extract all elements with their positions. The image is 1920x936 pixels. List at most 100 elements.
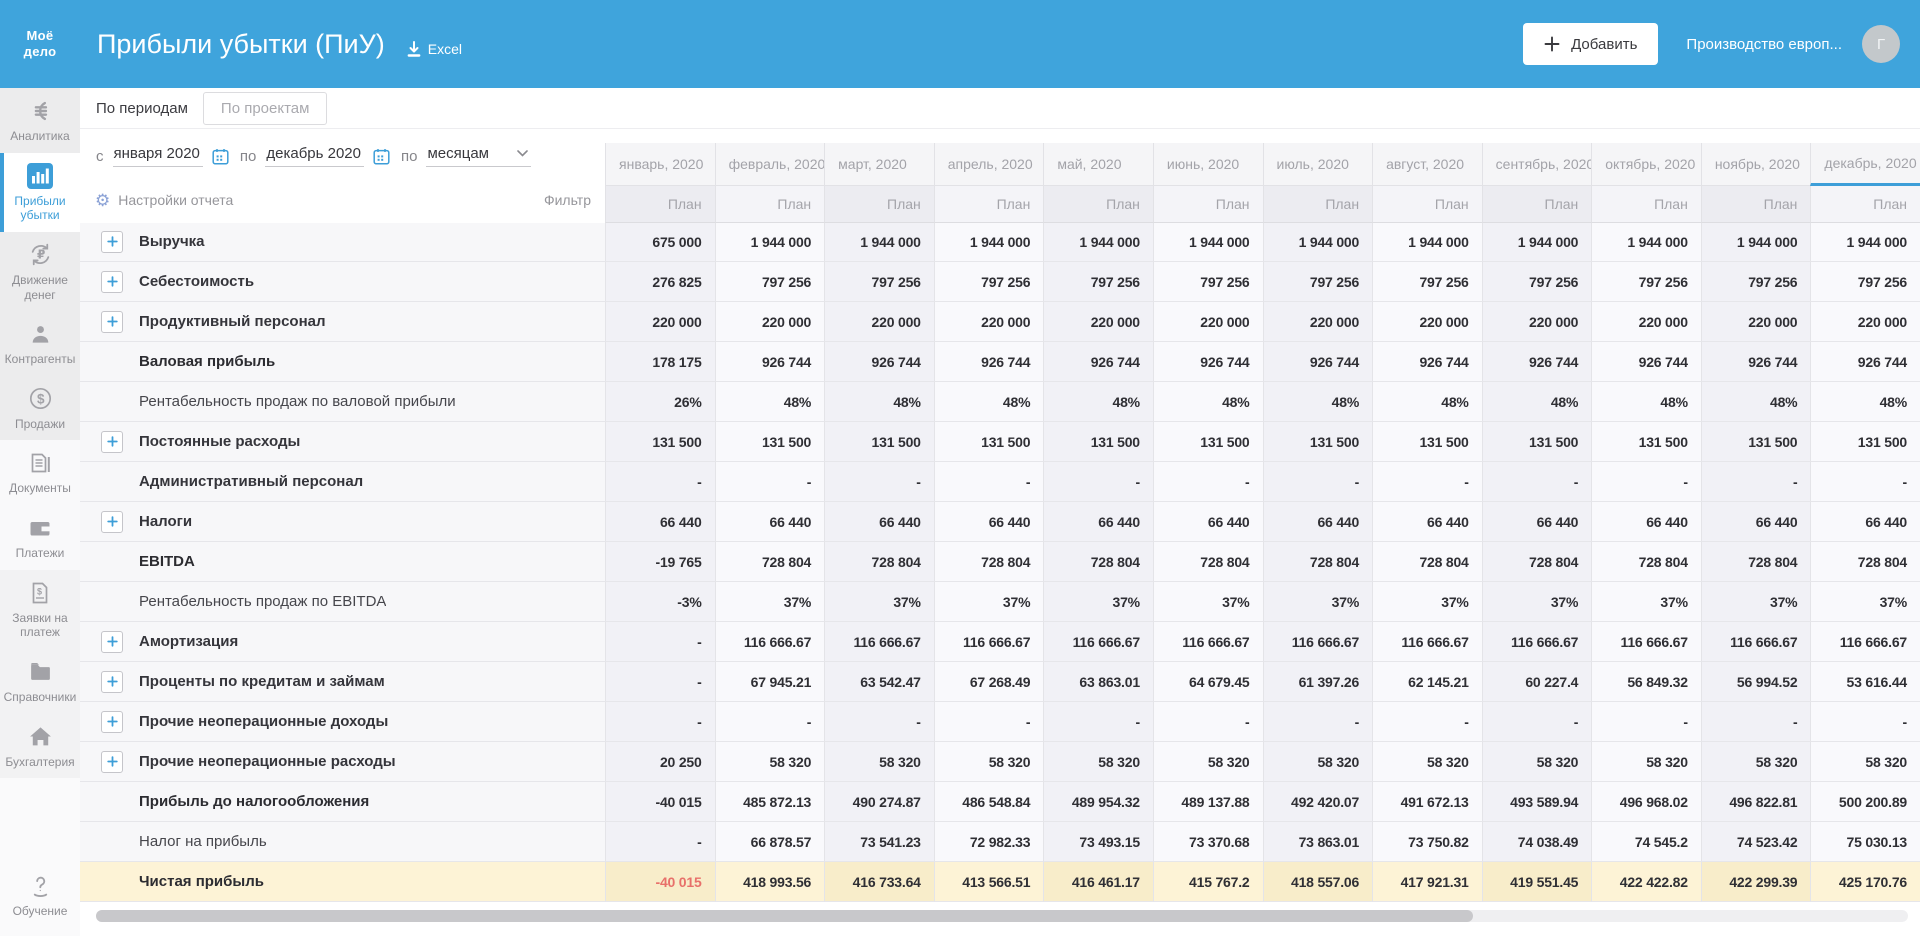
row-label: Прочие неоперационные расходы <box>139 753 396 770</box>
value-cell: - <box>1043 702 1153 742</box>
table-row: Продуктивный персонал220 000220 000220 0… <box>80 302 1920 342</box>
column-header-11[interactable]: ноябрь, 2020 <box>1701 143 1811 186</box>
main-content: По периодам По проектам с января 2020 <box>80 0 1920 922</box>
column-header-3[interactable]: март, 2020 <box>824 143 934 186</box>
sidebar-item-5[interactable]: $Продажи <box>0 376 80 441</box>
value-cell: 73 863.01 <box>1263 822 1373 862</box>
value-cell: - <box>1701 702 1811 742</box>
column-header-7[interactable]: июль, 2020 <box>1263 143 1373 186</box>
horizontal-scrollbar[interactable] <box>96 910 1908 922</box>
row-label: Выручка <box>139 233 205 250</box>
column-header-9[interactable]: сентябрь, 2020 <box>1482 143 1592 186</box>
tab-by-periods[interactable]: По периодам <box>96 100 188 117</box>
value-cell: 116 666.67 <box>1153 622 1263 662</box>
value-cell: 58 320 <box>715 742 825 782</box>
value-cell: - <box>605 462 715 502</box>
company-switcher[interactable]: Производство европ... <box>1686 36 1842 53</box>
add-button[interactable]: Добавить <box>1523 23 1658 65</box>
excel-export-link[interactable]: Excel <box>407 41 462 57</box>
row-label: Себестоимость <box>139 273 254 290</box>
plan-subheader: План <box>1043 186 1153 223</box>
calendar-icon[interactable] <box>212 148 229 165</box>
value-cell: 116 666.67 <box>1482 622 1592 662</box>
value-cell: 926 744 <box>1482 342 1592 382</box>
value-cell: 131 500 <box>1153 422 1263 462</box>
expand-button[interactable] <box>101 631 123 653</box>
column-header-12[interactable]: декабрь, 2020 <box>1810 143 1920 186</box>
expand-button[interactable] <box>101 511 123 533</box>
value-cell: 74 523.42 <box>1701 822 1811 862</box>
column-header-5[interactable]: май, 2020 <box>1043 143 1153 186</box>
value-cell: 75 030.13 <box>1810 822 1920 862</box>
filter-button[interactable]: Фильтр <box>544 192 591 208</box>
table-row: Прибыль до налогообложения-40 015485 872… <box>80 782 1920 822</box>
sidebar-item-6[interactable]: Документы <box>0 440 80 505</box>
app-logo[interactable]: Моё дело <box>0 28 80 59</box>
expand-button[interactable] <box>101 711 123 733</box>
value-cell: 116 666.67 <box>715 622 825 662</box>
expand-button[interactable] <box>101 231 123 253</box>
value-cell: 58 320 <box>1482 742 1592 782</box>
plan-subheader: План <box>715 186 825 223</box>
value-cell: 74 545.2 <box>1591 822 1701 862</box>
expand-button[interactable] <box>101 271 123 293</box>
tab-by-projects[interactable]: По проектам <box>203 92 328 125</box>
value-cell: 220 000 <box>1701 302 1811 342</box>
sidebar-item-label: Прибыли убытки <box>2 194 78 223</box>
scrollbar-thumb[interactable] <box>96 910 1473 922</box>
date-from-input[interactable]: января 2020 <box>113 145 203 167</box>
granularity-select[interactable]: месяцам <box>426 145 531 167</box>
sidebar-item-7[interactable]: Платежи <box>0 505 80 570</box>
value-cell: 66 440 <box>1372 502 1482 542</box>
app-header: Моё дело Прибыли убытки (ПиУ) Excel Доба… <box>0 0 1920 88</box>
value-cell: 48% <box>1701 382 1811 422</box>
sidebar-item-1[interactable]: Аналитика <box>0 88 80 153</box>
sidebar-item-4[interactable]: Контрагенты <box>0 311 80 376</box>
report-settings-button[interactable]: ⚙︎ Настройки отчета <box>95 192 233 209</box>
sidebar-item-2[interactable]: Прибыли убытки <box>0 153 80 232</box>
sidebar-item-label: Обучение <box>13 904 68 919</box>
date-to-input[interactable]: декабрь 2020 <box>265 145 364 167</box>
sales-icon: $ <box>28 386 53 412</box>
value-cell: 728 804 <box>715 542 825 582</box>
value-cell: 493 589.94 <box>1482 782 1592 822</box>
value-cell: 131 500 <box>1701 422 1811 462</box>
sidebar-item-10[interactable]: Бухгалтерия <box>0 714 80 779</box>
value-cell: -3% <box>605 582 715 622</box>
calendar-icon[interactable] <box>373 148 390 165</box>
value-cell: 116 666.67 <box>1701 622 1811 662</box>
value-cell: - <box>1153 462 1263 502</box>
value-cell: 675 000 <box>605 222 715 262</box>
education-icon <box>28 873 53 899</box>
documents-icon <box>28 450 52 476</box>
expand-button[interactable] <box>101 311 123 333</box>
sidebar-item-9[interactable]: Справочники <box>0 649 80 714</box>
sidebar-item-11[interactable]: Обучение <box>0 863 80 928</box>
column-header-4[interactable]: апрель, 2020 <box>934 143 1044 186</box>
value-cell: 926 744 <box>1372 342 1482 382</box>
value-cell: 485 872.13 <box>715 782 825 822</box>
sidebar-item-8[interactable]: $Заявки на платеж <box>0 570 80 649</box>
column-header-10[interactable]: октябрь, 2020 <box>1591 143 1701 186</box>
page-title: Прибыли убытки (ПиУ) <box>97 29 385 60</box>
value-cell: 37% <box>1701 582 1811 622</box>
expand-button[interactable] <box>101 671 123 693</box>
row-label-cell: Выручка <box>80 222 605 262</box>
cashflow-icon: ₽ <box>28 242 53 268</box>
column-header-6[interactable]: июнь, 2020 <box>1153 143 1263 186</box>
expand-button[interactable] <box>101 751 123 773</box>
avatar[interactable]: Г <box>1862 25 1900 63</box>
gear-icon: ⚙︎ <box>95 192 110 209</box>
table-row: Административный персонал------------ <box>80 462 1920 502</box>
column-header-8[interactable]: август, 2020 <box>1372 143 1482 186</box>
expand-button[interactable] <box>101 431 123 453</box>
table-row: Проценты по кредитам и займам-67 945.216… <box>80 662 1920 702</box>
sidebar-item-3[interactable]: ₽Движение денег <box>0 232 80 311</box>
granularity-value: месяцам <box>427 145 489 162</box>
column-header-1[interactable]: январь, 2020 <box>605 143 715 186</box>
value-cell: 926 744 <box>1810 342 1920 382</box>
column-header-2[interactable]: февраль, 2020 <box>715 143 825 186</box>
value-cell: - <box>934 702 1044 742</box>
excel-label: Excel <box>428 41 462 57</box>
value-cell: - <box>605 702 715 742</box>
